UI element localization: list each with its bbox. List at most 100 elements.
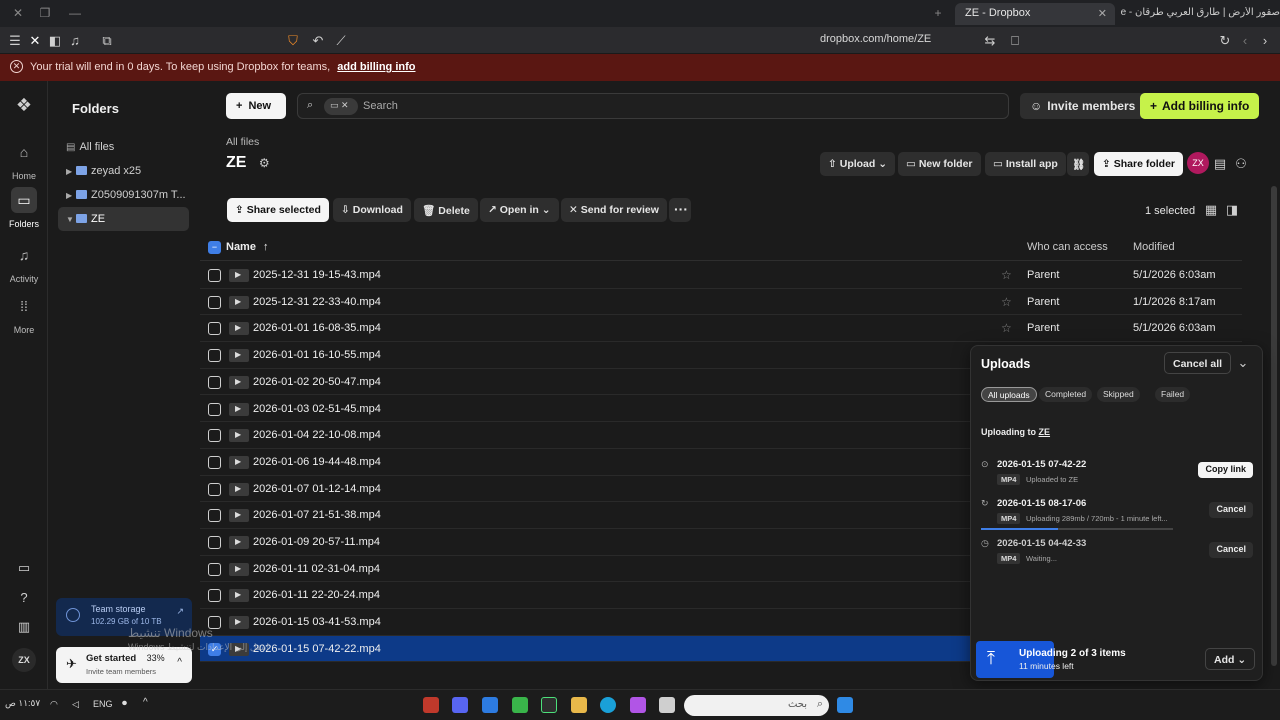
file-name[interactable]: 2026-01-07 01-12-14.mp4 (253, 483, 381, 495)
send-for-review-button[interactable]: ✕ Send for review (561, 198, 667, 222)
reload-icon[interactable]: ↻ (1217, 33, 1233, 49)
grid-view-icon[interactable]: ▦ (1203, 202, 1219, 218)
close-circle-icon[interactable]: ✕ (10, 60, 23, 73)
uploading-to-folder[interactable]: ZE (1039, 427, 1051, 437)
edge-icon[interactable] (600, 697, 616, 713)
new-button[interactable]: +New (226, 93, 286, 119)
row-checkbox[interactable] (208, 429, 221, 442)
row-checkbox[interactable] (208, 456, 221, 469)
search-input[interactable]: ⌕ ▭ ✕ Search (297, 93, 1009, 119)
music-icon[interactable]: ♫ (67, 33, 83, 49)
file-name[interactable]: 2026-01-07 21-51-38.mp4 (253, 509, 381, 521)
file-name[interactable]: 2026-01-09 20-57-11.mp4 (253, 536, 380, 548)
row-checkbox[interactable] (208, 349, 221, 362)
file-details-icon[interactable]: ▤ (1212, 156, 1228, 172)
tree-all-files[interactable]: ▤All files (58, 135, 189, 159)
rail-home[interactable]: ⌂ Home (0, 139, 48, 181)
cancel-upload-button[interactable]: Cancel (1209, 502, 1253, 518)
desktop-icon[interactable]: ▭ (16, 560, 32, 576)
dropbox-logo-icon[interactable]: ❖ (13, 95, 35, 117)
volume-icon[interactable]: ◁ (72, 699, 79, 710)
share-folder-button[interactable]: ⇪ Share folder (1094, 152, 1183, 176)
filter-skipped[interactable]: Skipped (1097, 387, 1140, 402)
new-folder-button[interactable]: ▭ New folder (898, 152, 981, 176)
taskbar-lang[interactable]: ENG (93, 699, 113, 709)
mic-icon[interactable]: ⏺ (122, 698, 127, 709)
modified-column-header[interactable]: Modified (1133, 241, 1175, 253)
task-view-icon[interactable] (659, 697, 675, 713)
tab-close-icon[interactable]: ✕ (1098, 7, 1107, 20)
table-row[interactable]: 2025-12-31 22-33-40.mp4☆Parent1/1/2026 8… (200, 289, 1242, 316)
avatar[interactable]: ZX (12, 648, 36, 672)
star-icon[interactable]: ☆ (1001, 268, 1012, 282)
file-name[interactable]: 2026-01-02 20-50-47.mp4 (253, 376, 381, 388)
app-green-icon[interactable] (512, 697, 528, 713)
tree-folder-zeyad[interactable]: ▶zeyad x25 (58, 159, 189, 183)
avatar[interactable]: ZX (1187, 152, 1209, 174)
file-name[interactable]: 2025-12-31 22-33-40.mp4 (253, 296, 381, 308)
gear-icon[interactable]: ⚙ (259, 156, 270, 170)
filter-all-uploads[interactable]: All uploads (981, 387, 1037, 402)
add-button[interactable]: Add ⌄ (1205, 648, 1255, 670)
copy-link-button[interactable]: Copy link (1198, 462, 1253, 478)
window-restore-icon[interactable]: ❐ (37, 5, 53, 21)
table-row[interactable]: 2026-01-01 16-08-35.mp4☆Parent5/1/2026 6… (200, 315, 1242, 342)
row-checkbox[interactable] (208, 269, 221, 282)
terminal-icon[interactable] (541, 697, 557, 713)
scrollbar[interactable] (1271, 186, 1277, 666)
windows-start-icon[interactable] (837, 697, 853, 713)
tree-folder-z0509[interactable]: ▶Z0509091307m T... (58, 183, 189, 207)
external-link-icon[interactable]: ↗ (176, 606, 184, 617)
more-actions-button[interactable]: ··· (669, 198, 691, 222)
rail-more[interactable]: ⁞⁞ More (0, 293, 48, 335)
wifi-icon[interactable]: ◠ (50, 699, 58, 710)
file-name[interactable]: 2026-01-15 07-42-22.mp4 (253, 643, 381, 655)
tree-folder-ze[interactable]: ▼ZE (58, 207, 189, 231)
window-close-icon[interactable]: ✕ (10, 5, 26, 21)
help-icon[interactable]: ? (16, 590, 32, 606)
row-checkbox[interactable] (208, 403, 221, 416)
chevron-down-icon[interactable]: ⌄ (1235, 355, 1251, 371)
screenshot-icon[interactable]: ⧉ (99, 33, 115, 49)
x-logo-icon[interactable]: ✕ (27, 33, 43, 49)
file-name[interactable]: 2025-12-31 19-15-43.mp4 (253, 269, 381, 281)
menu-icon[interactable]: ☰ (7, 33, 23, 49)
chevron-up-icon[interactable]: ^ (177, 657, 182, 668)
copy-link-button[interactable]: ⛓ (1067, 152, 1089, 176)
file-name[interactable]: 2026-01-01 16-10-55.mp4 (253, 349, 381, 361)
download-button[interactable]: ⇩ Download (333, 198, 411, 222)
file-name[interactable]: 2026-01-03 02-51-45.mp4 (253, 403, 381, 415)
site-settings-icon[interactable]: ⇆ (982, 33, 998, 49)
tab-other[interactable]: صقور الأرض | طارق العربي طرقان - e (1120, 7, 1280, 18)
new-tab-icon[interactable]: + (930, 5, 946, 21)
select-all-checkbox[interactable]: − (208, 241, 221, 254)
row-checkbox[interactable] (208, 509, 221, 522)
app-blue-icon[interactable] (482, 697, 498, 713)
star-icon[interactable]: ☆ (1001, 321, 1012, 335)
name-column-header[interactable]: Name ↑ (226, 241, 269, 253)
brave-shield-icon[interactable]: ⛉ (285, 33, 301, 49)
share-selected-button[interactable]: ⇪ Share selected (227, 198, 329, 222)
discord-icon[interactable] (452, 697, 468, 713)
file-name[interactable]: 2026-01-11 22-20-24.mp4 (253, 589, 380, 601)
file-name[interactable]: 2026-01-11 02-31-04.mp4 (253, 563, 380, 575)
access-column-header[interactable]: Who can access (1027, 241, 1108, 253)
install-app-button[interactable]: ▭ Install app (985, 152, 1066, 176)
back-history-icon[interactable]: ↶ (310, 33, 326, 49)
panel-toggle-icon[interactable]: ◨ (1224, 202, 1240, 218)
bookmark-icon[interactable]: ⎕ (1007, 33, 1023, 49)
add-billing-button[interactable]: +Add billing info (1140, 93, 1259, 119)
chevron-up-icon[interactable]: ^ (143, 697, 148, 708)
folder-filter-chip[interactable]: ▭ ✕ (324, 98, 358, 115)
chevron-right-icon[interactable]: ▶ (66, 191, 74, 200)
open-in-button[interactable]: ↗ Open in ⌄ (480, 198, 559, 222)
filter-completed[interactable]: Completed (1039, 387, 1092, 402)
row-checkbox[interactable] (208, 483, 221, 496)
file-name[interactable]: 2026-01-06 19-44-48.mp4 (253, 456, 381, 468)
rail-activity[interactable]: ♫ Activity (0, 242, 48, 284)
copilot-icon[interactable] (630, 697, 646, 713)
file-name[interactable]: 2026-01-15 03-41-53.mp4 (253, 616, 381, 628)
row-checkbox[interactable] (208, 322, 221, 335)
file-name[interactable]: 2026-01-01 16-08-35.mp4 (253, 322, 381, 334)
taskbar-search[interactable]: بحث ⌕ (684, 695, 829, 716)
